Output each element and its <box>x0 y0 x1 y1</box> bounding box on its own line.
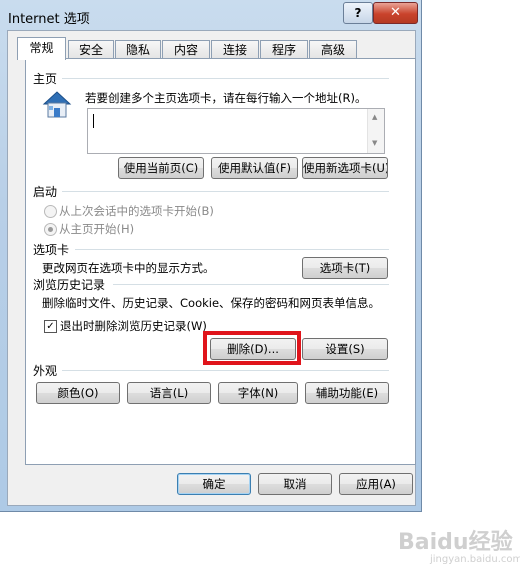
tab-connections[interactable]: 连接 <box>211 40 259 59</box>
home-section-heading: 主页 <box>33 72 58 86</box>
watermark-url: jingyan.baidu.com <box>430 554 520 565</box>
fonts-button[interactable]: 字体(N) <box>218 382 298 404</box>
use-new-tab-button[interactable]: 使用新选项卡(U) <box>302 157 388 179</box>
close-button[interactable]: ✕ <box>373 2 418 24</box>
tab-security[interactable]: 安全 <box>68 40 114 59</box>
window-title: Internet 选项 <box>8 12 90 27</box>
help-button[interactable]: ? <box>343 2 373 24</box>
tabs-divider <box>75 249 389 250</box>
delete-on-exit-checkbox[interactable]: ✓ <box>44 320 57 333</box>
scroll-down-icon[interactable]: ▼ <box>372 139 377 147</box>
tabs-description: 更改网页在选项卡中的显示方式。 <box>42 261 215 275</box>
scroll-up-icon[interactable]: ▲ <box>372 113 377 121</box>
tab-general[interactable]: 常规 <box>17 37 66 60</box>
history-description: 删除临时文件、历史记录、Cookie、保存的密码和网页表单信息。 <box>42 296 381 310</box>
house-icon <box>40 88 74 122</box>
title-bar[interactable]: Internet 选项 ? ✕ <box>0 0 421 30</box>
text-caret <box>93 114 94 128</box>
startup-home-label: 从主页开始(H) <box>59 222 135 236</box>
history-section-heading: 浏览历史记录 <box>33 278 106 292</box>
cancel-button[interactable]: 取消 <box>258 473 332 495</box>
annotation-highlight-box <box>203 331 301 365</box>
home-address-textarea[interactable]: ▲ ▼ <box>87 108 385 154</box>
tabs-settings-button[interactable]: 选项卡(T) <box>302 257 388 279</box>
ok-button[interactable]: 确定 <box>177 473 251 495</box>
use-current-button[interactable]: 使用当前页(C) <box>118 157 204 179</box>
home-description: 若要创建多个主页选项卡，请在每行输入一个地址(R)。 <box>85 91 367 105</box>
delete-on-exit-label: 退出时删除浏览历史记录(W) <box>60 319 207 333</box>
history-settings-button[interactable]: 设置(S) <box>302 338 388 360</box>
colors-button[interactable]: 颜色(O) <box>36 382 120 404</box>
tab-privacy[interactable]: 隐私 <box>115 40 161 59</box>
startup-home-radio[interactable] <box>44 223 57 236</box>
appearance-divider <box>62 370 389 371</box>
watermark-logo: Baidu经验 <box>398 530 513 555</box>
address-scrollbar[interactable]: ▲ ▼ <box>367 109 384 153</box>
apply-button[interactable]: 应用(A) <box>339 473 413 495</box>
tab-programs[interactable]: 程序 <box>260 40 308 59</box>
tabs-section-heading: 选项卡 <box>33 243 70 257</box>
startup-last-session-label: 从上次会话中的选项卡开始(B) <box>59 204 214 218</box>
use-default-button[interactable]: 使用默认值(F) <box>211 157 298 179</box>
languages-button[interactable]: 语言(L) <box>127 382 211 404</box>
startup-divider <box>62 191 389 192</box>
appearance-section-heading: 外观 <box>33 364 58 378</box>
home-divider <box>62 78 389 79</box>
startup-last-session-radio[interactable] <box>44 205 57 218</box>
tab-advanced[interactable]: 高级 <box>309 40 357 59</box>
accessibility-button[interactable]: 辅助功能(E) <box>305 382 389 404</box>
history-divider <box>113 284 389 285</box>
startup-section-heading: 启动 <box>33 185 58 199</box>
tab-content[interactable]: 内容 <box>162 40 210 59</box>
